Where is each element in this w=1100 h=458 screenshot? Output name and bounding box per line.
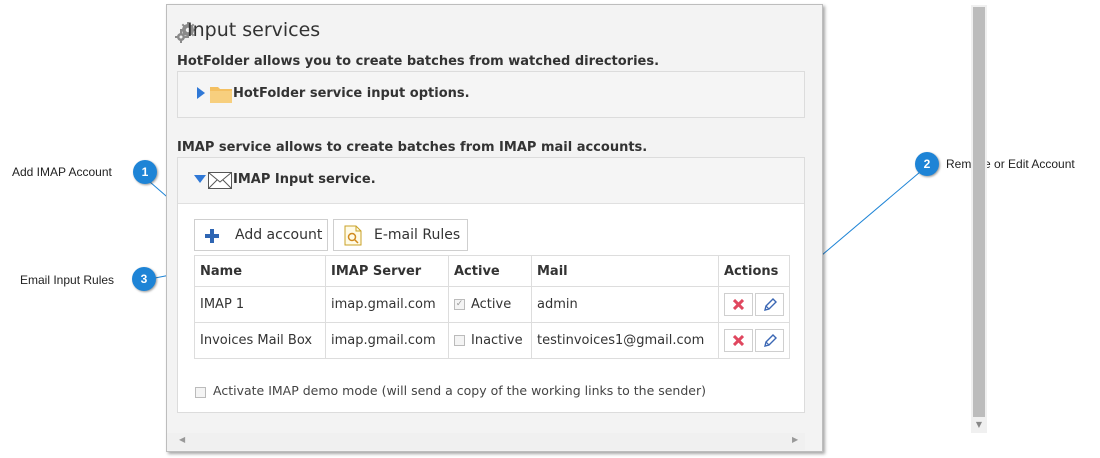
expand-arrow-icon[interactable] [197, 87, 205, 99]
scroll-right-arrow-icon[interactable]: ▶ [792, 435, 798, 444]
imap-panel: IMAP Input service. Add account E-mail R… [177, 157, 805, 413]
column-header-actions: Actions [718, 255, 790, 287]
demo-mode-checkbox[interactable] [195, 387, 206, 398]
table-row: Invoices Mail Box imap.gmail.com Inactiv… [194, 322, 790, 359]
callout-badge-2: 2 [915, 152, 939, 176]
collapse-arrow-icon[interactable] [194, 175, 206, 183]
column-header-active: Active [448, 255, 532, 287]
account-active-cell: ✓ Active [448, 286, 532, 323]
account-active-cell: Inactive [448, 322, 532, 359]
delete-account-button[interactable] [724, 293, 753, 316]
account-server: imap.gmail.com [325, 322, 449, 359]
scroll-left-arrow-icon[interactable]: ◀ [179, 435, 185, 444]
folder-icon [210, 87, 232, 103]
account-server: imap.gmail.com [325, 286, 449, 323]
account-mail: admin [531, 286, 719, 323]
demo-mode-label: Activate IMAP demo mode (will send a cop… [213, 383, 706, 398]
column-header-imap-server: IMAP Server [325, 255, 449, 287]
table-row: IMAP 1 imap.gmail.com ✓ Active admin [194, 286, 790, 323]
envelope-icon [208, 172, 232, 189]
page-title: Input services [187, 19, 321, 41]
active-checkbox[interactable] [454, 335, 465, 346]
callout-badge-1: 1 [133, 160, 157, 184]
hotfolder-description: HotFolder allows you to create batches f… [177, 54, 660, 69]
callout-label-email-input-rules: Email Input Rules [20, 273, 115, 287]
input-services-window: Input services HotFolder allows you to c… [166, 4, 987, 452]
account-actions [718, 322, 790, 359]
hotfolder-panel-title: HotFolder service input options. [233, 86, 470, 101]
delete-account-button[interactable] [724, 329, 753, 352]
callout-badge-3: 3 [132, 267, 156, 291]
delete-x-icon [732, 334, 745, 347]
add-account-label: Add account [235, 227, 323, 243]
pencil-icon [763, 334, 777, 347]
account-name: Invoices Mail Box [194, 322, 326, 359]
imap-panel-title: IMAP Input service. [233, 172, 376, 187]
scroll-down-arrow-icon[interactable]: ▼ [973, 419, 985, 431]
callout-label-add-imap-account: Add IMAP Account [12, 165, 112, 179]
email-rules-button[interactable]: E-mail Rules [333, 219, 468, 251]
imap-panel-header[interactable]: IMAP Input service. [178, 158, 804, 204]
pencil-icon [763, 298, 777, 311]
active-status: Inactive [471, 333, 523, 348]
account-name: IMAP 1 [194, 286, 326, 323]
hotfolder-panel: HotFolder service input options. [177, 71, 805, 118]
column-header-mail: Mail [531, 255, 719, 287]
rules-document-icon [344, 225, 362, 246]
active-status: Active [471, 297, 512, 312]
imap-description: IMAP service allows to create batches fr… [177, 140, 648, 155]
table-header-row: Name IMAP Server Active Mail Actions [194, 255, 790, 287]
delete-x-icon [732, 298, 745, 311]
active-checkbox[interactable]: ✓ [454, 299, 465, 310]
edit-account-button[interactable] [755, 293, 784, 316]
horizontal-scrollbar[interactable] [167, 433, 805, 450]
imap-accounts-table: Name IMAP Server Active Mail Actions IMA… [194, 255, 790, 359]
edit-account-button[interactable] [755, 329, 784, 352]
account-mail: testinvoices1@gmail.com [531, 322, 719, 359]
email-rules-label: E-mail Rules [374, 227, 461, 243]
column-header-name: Name [194, 255, 326, 287]
add-account-button[interactable]: Add account [194, 219, 328, 251]
callout-label-remove-edit-account: Remove or Edit Account [946, 157, 1075, 171]
hotfolder-panel-header[interactable]: HotFolder service input options. [178, 72, 804, 117]
plus-icon [205, 229, 219, 243]
account-actions [718, 286, 790, 323]
vertical-scrollbar-thumb[interactable] [973, 7, 985, 417]
